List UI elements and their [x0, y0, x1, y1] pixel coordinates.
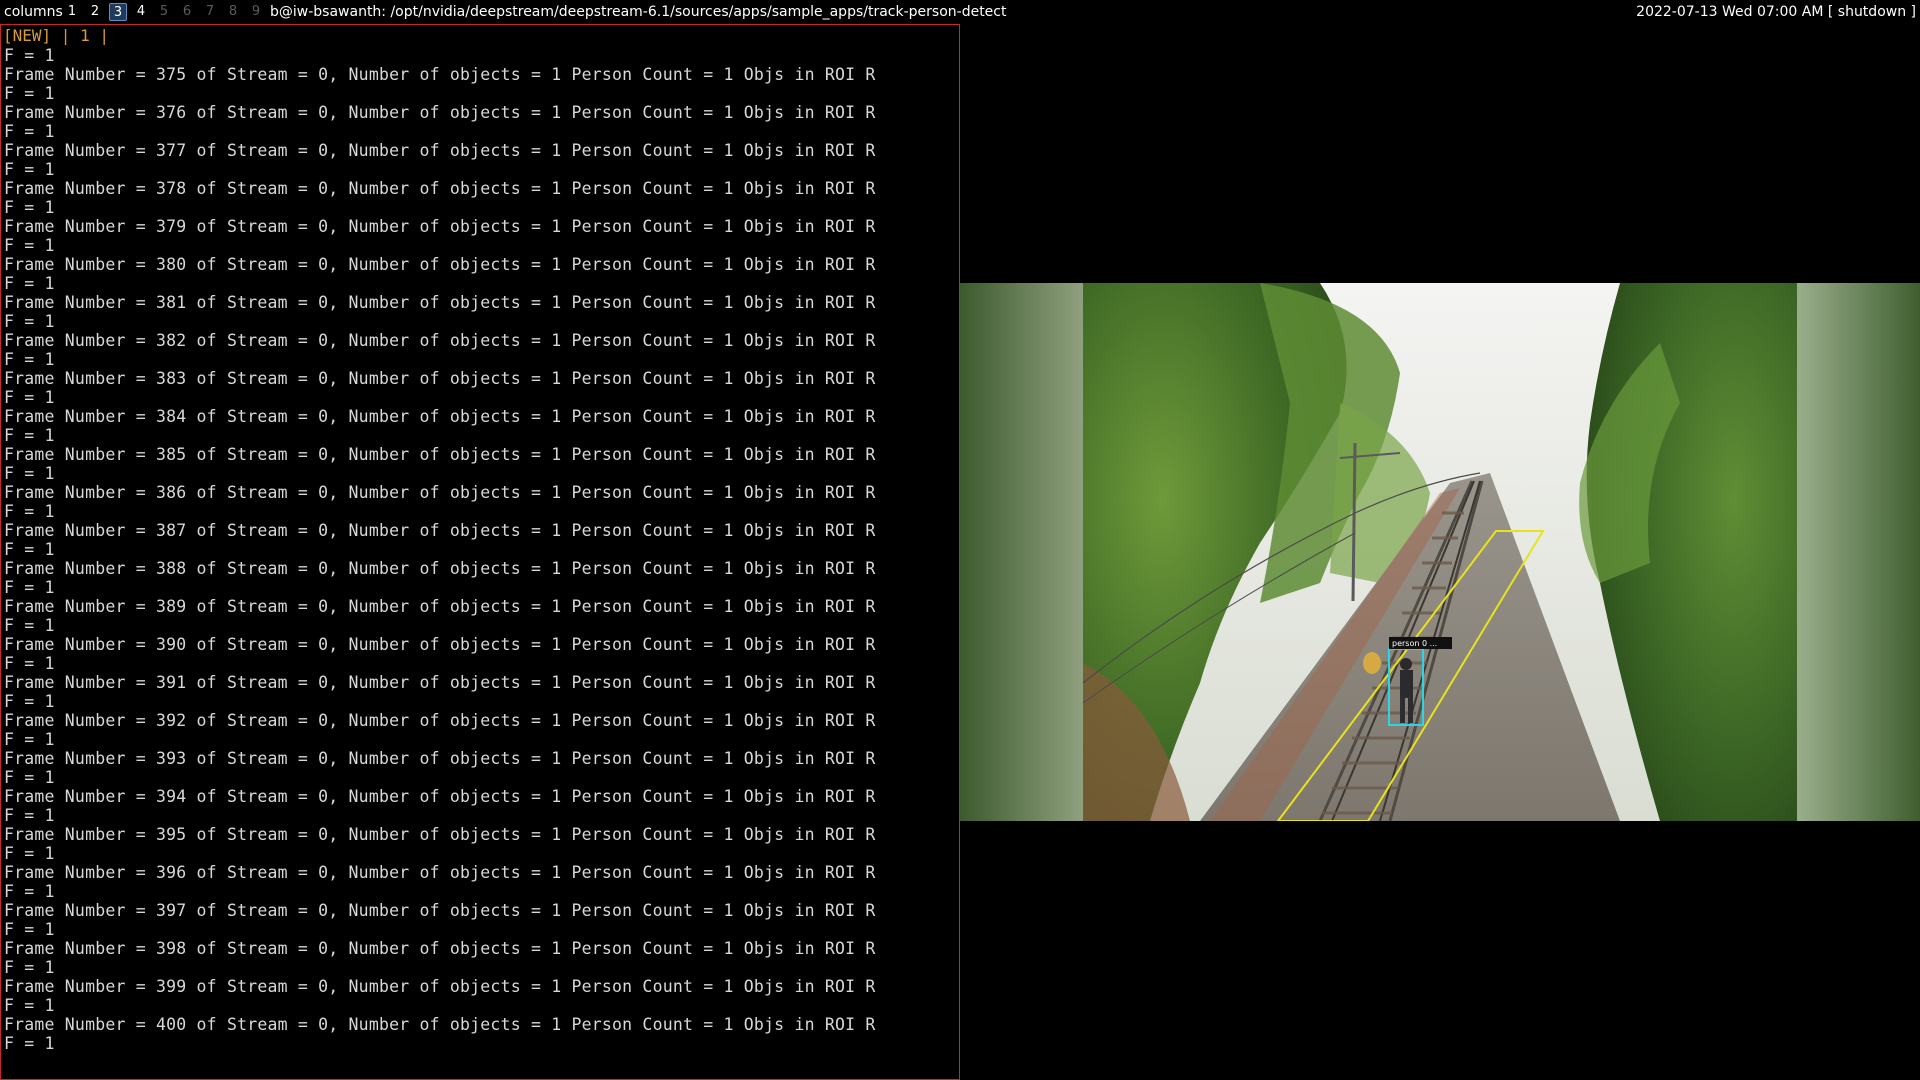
terminal-line: Frame Number = 390 of Stream = 0, Number… — [4, 635, 876, 654]
terminal-line: F = 1 — [4, 236, 55, 255]
terminal-line: Frame Number = 384 of Stream = 0, Number… — [4, 407, 876, 426]
workspace-2[interactable]: 2 — [86, 3, 104, 21]
terminal-line: F = 1 — [4, 350, 55, 369]
terminal-line: Frame Number = 387 of Stream = 0, Number… — [4, 521, 876, 540]
workspace-8[interactable]: 8 — [224, 3, 242, 21]
terminal-line: F = 1 — [4, 882, 55, 901]
detection-label: person 0 ... — [1392, 639, 1437, 648]
terminal-line: F = 1 — [4, 1034, 55, 1053]
terminal-line: F = 1 — [4, 768, 55, 787]
terminal-line: Frame Number = 391 of Stream = 0, Number… — [4, 673, 876, 692]
terminal-line: F = 1 — [4, 122, 55, 141]
terminal-line: Frame Number = 393 of Stream = 0, Number… — [4, 749, 876, 768]
workspace-7[interactable]: 7 — [201, 3, 219, 21]
workspace-4[interactable]: 4 — [132, 3, 150, 21]
terminal-line: F = 1 — [4, 274, 55, 293]
layout-mode-label[interactable]: columns — [4, 0, 63, 24]
terminal-line: F = 1 — [4, 502, 55, 521]
terminal-line: F = 1 — [4, 84, 55, 103]
terminal-line: F = 1 — [4, 616, 55, 635]
terminal-line: Frame Number = 379 of Stream = 0, Number… — [4, 217, 876, 236]
terminal-line: F = 1 — [4, 426, 55, 445]
terminal-line: F = 1 — [4, 844, 55, 863]
terminal-line: F = 1 — [4, 46, 55, 65]
top-status-bar: columns 123456789 b@iw-bsawanth: /opt/nv… — [0, 0, 1920, 24]
terminal-line: Frame Number = 375 of Stream = 0, Number… — [4, 65, 876, 84]
terminal-line: Frame Number = 400 of Stream = 0, Number… — [4, 1015, 876, 1034]
terminal-line: Frame Number = 399 of Stream = 0, Number… — [4, 977, 876, 996]
terminal-line: F = 1 — [4, 540, 55, 559]
terminal-line: Frame Number = 397 of Stream = 0, Number… — [4, 901, 876, 920]
workspace-6[interactable]: 6 — [178, 3, 196, 21]
shutdown-button[interactable]: [ shutdown ] — [1828, 4, 1916, 20]
clock-datetime: 2022-07-13 Wed 07:00 AM — [1636, 4, 1824, 20]
terminal-line: Frame Number = 381 of Stream = 0, Number… — [4, 293, 876, 312]
railway-scene-image: person 0 ... — [960, 283, 1920, 821]
focused-window-title: b@iw-bsawanth: /opt/nvidia/deepstream/de… — [270, 4, 1007, 20]
terminal-line: F = 1 — [4, 654, 55, 673]
terminal-line: Frame Number = 377 of Stream = 0, Number… — [4, 141, 876, 160]
terminal-window[interactable]: [NEW] | 1 | F = 1 Frame Number = 375 of S… — [0, 24, 960, 1080]
terminal-line: Frame Number = 389 of Stream = 0, Number… — [4, 597, 876, 616]
terminal-line: Frame Number = 388 of Stream = 0, Number… — [4, 559, 876, 578]
workspace-9[interactable]: 9 — [247, 3, 265, 21]
terminal-line: F = 1 — [4, 198, 55, 217]
tmux-status-line: [NEW] | 1 | — [3, 26, 109, 45]
terminal-line: Frame Number = 396 of Stream = 0, Number… — [4, 863, 876, 882]
terminal-line: Frame Number = 382 of Stream = 0, Number… — [4, 331, 876, 350]
terminal-output: F = 1 Frame Number = 375 of Stream = 0, N… — [4, 46, 876, 1053]
workspace-1[interactable]: 1 — [63, 3, 81, 21]
terminal-line: F = 1 — [4, 730, 55, 749]
terminal-line: Frame Number = 398 of Stream = 0, Number… — [4, 939, 876, 958]
terminal-line: F = 1 — [4, 996, 55, 1015]
workspace-5[interactable]: 5 — [155, 3, 173, 21]
terminal-line: F = 1 — [4, 312, 55, 331]
terminal-line: Frame Number = 395 of Stream = 0, Number… — [4, 825, 876, 844]
terminal-line: Frame Number = 378 of Stream = 0, Number… — [4, 179, 876, 198]
status-area: 2022-07-13 Wed 07:00 AM [ shutdown ] — [1636, 0, 1916, 24]
terminal-line: Frame Number = 394 of Stream = 0, Number… — [4, 787, 876, 806]
terminal-line: F = 1 — [4, 958, 55, 977]
terminal-line: F = 1 — [4, 388, 55, 407]
video-output-window[interactable]: person 0 ... — [960, 24, 1920, 1080]
terminal-line: Frame Number = 385 of Stream = 0, Number… — [4, 445, 876, 464]
workspace-3[interactable]: 3 — [109, 3, 127, 21]
terminal-line: F = 1 — [4, 160, 55, 179]
terminal-line: F = 1 — [4, 578, 55, 597]
terminal-line: F = 1 — [4, 806, 55, 825]
terminal-line: Frame Number = 386 of Stream = 0, Number… — [4, 483, 876, 502]
terminal-line: Frame Number = 380 of Stream = 0, Number… — [4, 255, 876, 274]
terminal-line: F = 1 — [4, 920, 55, 939]
terminal-line: F = 1 — [4, 464, 55, 483]
video-frame: person 0 ... — [960, 283, 1920, 821]
terminal-line: Frame Number = 383 of Stream = 0, Number… — [4, 369, 876, 388]
terminal-line: Frame Number = 376 of Stream = 0, Number… — [4, 103, 876, 122]
terminal-line: F = 1 — [4, 692, 55, 711]
terminal-line: Frame Number = 392 of Stream = 0, Number… — [4, 711, 876, 730]
